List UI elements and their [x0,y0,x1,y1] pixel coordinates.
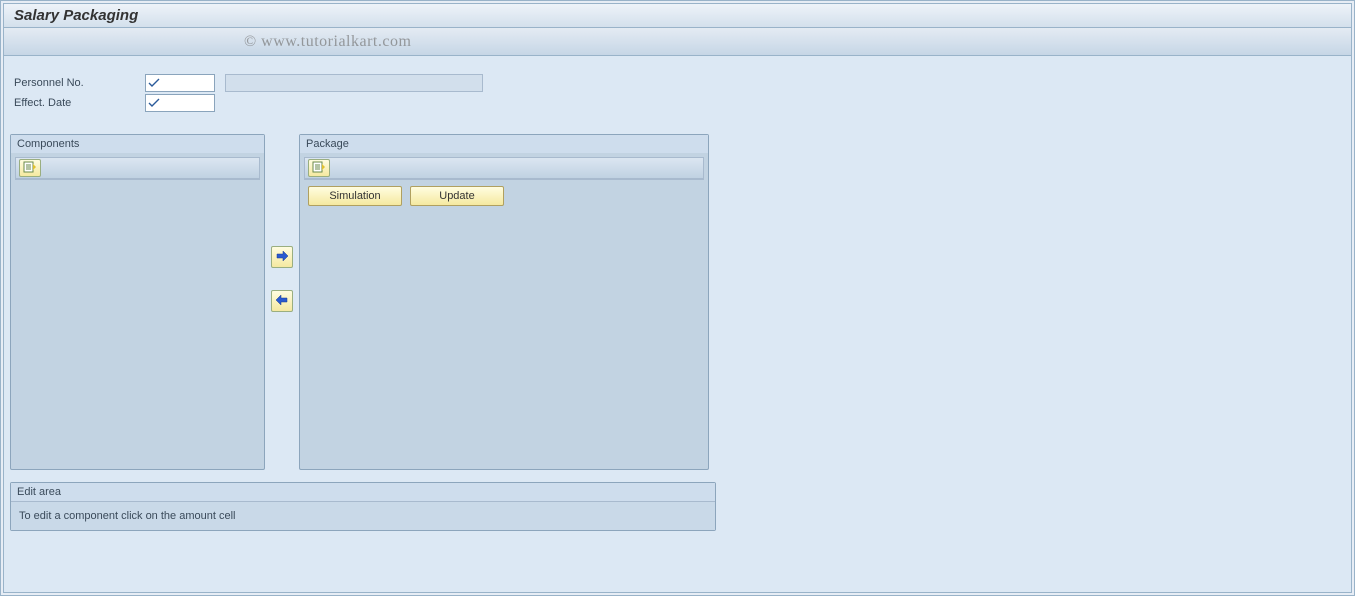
transfer-buttons-column [271,134,293,312]
select-layout-icon [23,161,37,176]
components-title: Components [11,135,264,153]
components-toolbar [15,157,260,179]
update-button[interactable]: Update [410,186,504,206]
package-panel: Package [299,134,709,470]
effect-date-label: Effect. Date [10,97,145,109]
edit-area-title: Edit area [11,483,715,502]
simulation-button-label: Simulation [329,190,380,202]
main-content: Personnel No. Effect. Date Components [3,56,1352,593]
edit-area-hint: To edit a component click on the amount … [11,502,715,530]
package-title: Package [300,135,708,153]
package-body: Simulation Update [300,153,708,212]
edit-area-panel: Edit area To edit a component click on t… [10,482,716,531]
arrow-right-icon [275,250,289,265]
components-select-layout-button[interactable] [19,159,41,177]
toolbar-strip: © www.tutorialkart.com [3,28,1352,56]
check-icon [148,77,160,89]
simulation-button[interactable]: Simulation [308,186,402,206]
arrow-left-icon [275,294,289,309]
personnel-name-display [225,74,483,92]
components-panel: Components [10,134,265,470]
personnel-no-row: Personnel No. [10,74,1351,92]
panels-row: Components [10,134,1351,470]
page-title: Salary Packaging [14,7,138,24]
move-left-button[interactable] [271,290,293,312]
app-window: Salary Packaging © www.tutorialkart.com … [0,0,1355,596]
move-right-button[interactable] [271,246,293,268]
components-list[interactable] [15,179,260,180]
package-toolbar [304,157,704,179]
package-buttons-row: Simulation Update [304,180,704,208]
effect-date-input[interactable] [145,94,215,112]
package-select-layout-button[interactable] [308,159,330,177]
check-icon [148,97,160,109]
select-layout-icon [312,161,326,176]
page-title-bar: Salary Packaging [3,3,1352,28]
watermark-text: © www.tutorialkart.com [244,33,411,51]
effect-date-row: Effect. Date [10,94,1351,112]
components-body [11,153,264,184]
personnel-no-label: Personnel No. [10,77,145,89]
update-button-label: Update [439,190,474,202]
personnel-no-input[interactable] [145,74,215,92]
